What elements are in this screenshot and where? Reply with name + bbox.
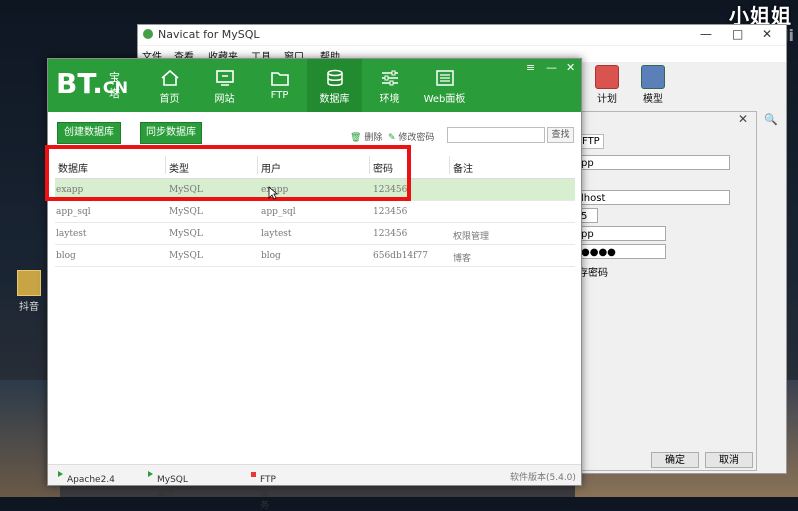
highlight-box: [45, 145, 411, 201]
tab-ftp-label: FTP: [270, 90, 289, 101]
sliders-icon: [380, 69, 400, 87]
change-password-label: 修改密码: [398, 133, 435, 143]
bt-panel-window: BT.CN 宝塔 首页 网站 FTP 数据库 环境 Web面板 ≡ — ✕ 创建…: [47, 58, 582, 511]
menu-icon[interactable]: ≡: [526, 61, 535, 74]
database-icon: [325, 69, 345, 87]
tab-web-panel-label: Web面板: [423, 94, 466, 105]
version-label: 软件版本(5.4.0): [510, 473, 576, 483]
table-row[interactable]: laytest MySQL laytest 123456 权限管理: [55, 223, 575, 245]
bt-header: BT.CN 宝塔 首页 网站 FTP 数据库 环境 Web面板 ≡ — ✕: [48, 59, 581, 112]
change-password-link[interactable]: ✎ 修改密码: [388, 130, 434, 143]
folder-icon: [270, 69, 290, 87]
logo-zh: 宝塔: [109, 71, 120, 100]
model-icon: [641, 65, 665, 89]
cell-type: MySQL: [169, 207, 203, 217]
sync-database-button[interactable]: 同步数据库: [140, 122, 202, 144]
search-input[interactable]: [447, 127, 545, 143]
status-bar: Apache2.4 MySQL服务 FTP服务 软件版本(5.4.0): [48, 464, 581, 511]
tab-environment-label: 环境: [379, 94, 400, 105]
calendar-icon: [595, 65, 619, 89]
table-row[interactable]: app_sql MySQL app_sql 123456: [55, 201, 575, 223]
create-database-button[interactable]: 创建数据库: [57, 122, 121, 144]
schedule-button[interactable]: 计划: [587, 65, 627, 105]
search-button[interactable]: 查找: [547, 127, 574, 143]
minimize-icon[interactable]: —: [546, 61, 557, 74]
desktop-shortcut-label: 抖音: [19, 302, 39, 313]
running-icon: [58, 471, 63, 477]
bt-logo: BT.CN 宝塔: [56, 67, 128, 100]
tab-home[interactable]: 首页: [142, 59, 197, 112]
edit-icon: ✎: [388, 133, 396, 143]
app-icon: [17, 270, 41, 296]
connection-name-field[interactable]: pp: [578, 155, 730, 170]
cell-type: MySQL: [169, 229, 203, 239]
logo-text: BT.: [56, 67, 103, 100]
running-icon: [148, 471, 153, 477]
tab-database[interactable]: 数据库: [307, 59, 362, 112]
table-row[interactable]: blog MySQL blog 656db14f77 博客: [55, 245, 575, 267]
home-icon: [160, 69, 180, 87]
window-title: Navicat for MySQL: [158, 28, 260, 41]
tab-website-label: 网站: [214, 94, 235, 105]
col-note[interactable]: 备注: [453, 160, 473, 175]
tab-ftp[interactable]: FTP: [252, 59, 307, 112]
tab-home-label: 首页: [159, 94, 180, 105]
username-field[interactable]: pp: [578, 226, 666, 241]
ftp-label: FTP服务: [260, 475, 276, 511]
password-field[interactable]: ●●●●: [578, 244, 666, 259]
cell-db: blog: [56, 251, 76, 261]
trash-icon: 🗑: [350, 133, 362, 143]
monitor-icon: [215, 69, 235, 87]
cell-note: 博客: [453, 254, 472, 264]
close-icon[interactable]: ✕: [762, 27, 772, 41]
close-icon[interactable]: ✕: [566, 61, 575, 74]
tab-database-label: 数据库: [319, 94, 350, 105]
cell-password: 656db14f77: [373, 251, 428, 261]
schedule-label: 计划: [597, 94, 617, 105]
cursor-icon: [268, 186, 279, 203]
cell-password: 123456: [373, 229, 408, 239]
right-side-icon: 🔍: [764, 113, 778, 126]
delete-link[interactable]: 🗑 删除: [350, 130, 382, 143]
mysql-label: MySQL服务: [157, 475, 188, 498]
stopped-icon: [251, 472, 256, 477]
navicat-logo-icon: [143, 29, 153, 39]
mysql-status[interactable]: MySQL服务: [148, 470, 188, 498]
cancel-button[interactable]: 取消: [705, 452, 753, 468]
ok-button[interactable]: 确定: [651, 452, 699, 468]
cell-note: 权限管理: [453, 232, 490, 242]
minimize-icon[interactable]: —: [700, 27, 712, 41]
cell-db: app_sql: [56, 207, 91, 217]
maximize-icon[interactable]: □: [732, 27, 743, 41]
desktop-shortcut[interactable]: 抖音: [14, 270, 44, 313]
cell-db: laytest: [56, 229, 87, 239]
connection-dialog: ✕ FTP pp lhost 5 pp ●●●● 存密码 确定 取消: [577, 111, 757, 471]
delete-label: 删除: [364, 133, 383, 143]
tab-website[interactable]: 网站: [197, 59, 252, 112]
save-password-label[interactable]: 存密码: [578, 264, 608, 279]
model-button[interactable]: 模型: [633, 65, 673, 105]
tab-environment[interactable]: 环境: [362, 59, 417, 112]
navicat-titlebar: Navicat for MySQL — □ ✕: [138, 25, 786, 45]
cell-user: laytest: [261, 229, 292, 239]
ftp-status[interactable]: FTP服务: [251, 470, 276, 511]
host-field[interactable]: lhost: [578, 190, 730, 205]
tab-web-panel[interactable]: Web面板: [417, 59, 472, 112]
model-label: 模型: [643, 94, 663, 105]
cell-type: MySQL: [169, 251, 203, 261]
cell-password: 123456: [373, 207, 408, 217]
apache-label: Apache2.4: [67, 475, 115, 485]
cell-user: app_sql: [261, 207, 296, 217]
panel-icon: [435, 69, 455, 87]
cell-user: blog: [261, 251, 281, 261]
apache-status[interactable]: Apache2.4: [58, 470, 115, 485]
dialog-close-icon[interactable]: ✕: [738, 112, 748, 126]
